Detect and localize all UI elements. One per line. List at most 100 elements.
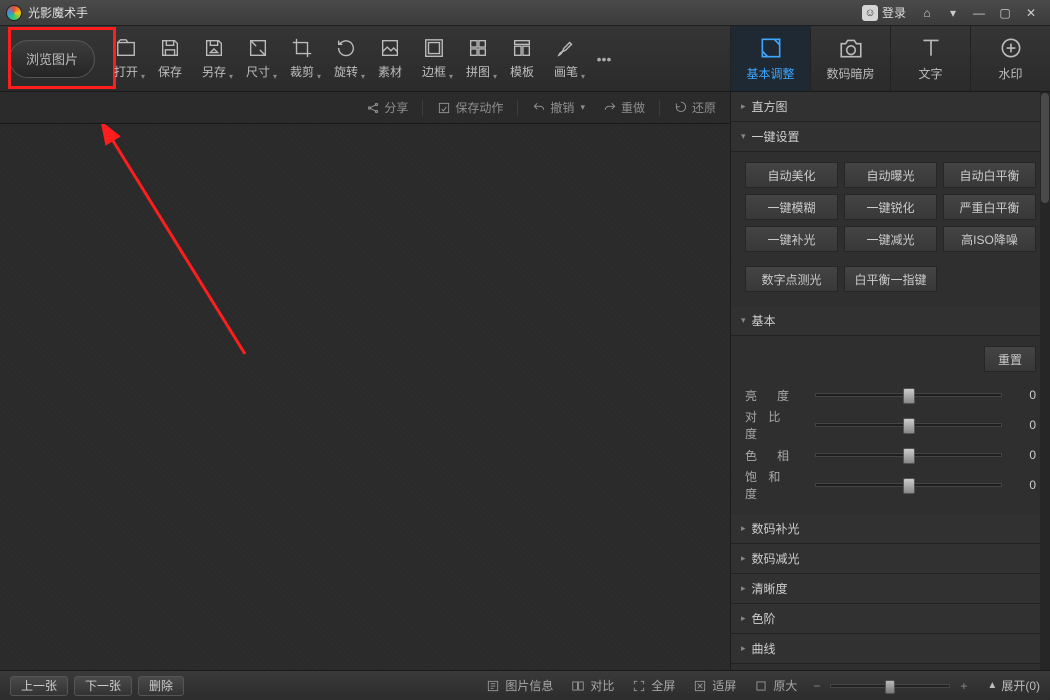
fullscreen-button[interactable]: 全屏 bbox=[626, 677, 681, 694]
btn-oneclick-sharpen[interactable]: 一键锐化 bbox=[844, 194, 937, 220]
fit-button[interactable]: 适屏 bbox=[687, 677, 742, 694]
border-tool[interactable]: 边框▾ bbox=[412, 26, 456, 91]
btn-oneclick-fill[interactable]: 一键补光 bbox=[745, 226, 838, 252]
contrast-track[interactable] bbox=[815, 423, 1002, 427]
orig-icon bbox=[754, 679, 768, 693]
avatar-icon: ☺ bbox=[862, 5, 878, 21]
btn-auto-wb[interactable]: 自动白平衡 bbox=[943, 162, 1036, 188]
template-tool[interactable]: 模板 bbox=[500, 26, 544, 91]
btn-auto-beautify[interactable]: 自动美化 bbox=[745, 162, 838, 188]
size-icon bbox=[247, 37, 269, 59]
hue-thumb[interactable] bbox=[903, 448, 915, 464]
tab-text[interactable]: 文字 bbox=[890, 26, 970, 91]
btn-iso-noise[interactable]: 高ISO降噪 bbox=[943, 226, 1036, 252]
info-icon bbox=[486, 679, 500, 693]
rotate-label: 旋转 bbox=[334, 63, 358, 80]
section-oneclick[interactable]: ▾一键设置 bbox=[731, 122, 1050, 152]
login-button[interactable]: ☺ 登录 bbox=[854, 4, 914, 21]
zoom-plus[interactable]: + bbox=[956, 679, 971, 693]
material-icon bbox=[379, 37, 401, 59]
saturation-track[interactable] bbox=[815, 483, 1002, 487]
brush-tool[interactable]: 画笔▾ bbox=[544, 26, 588, 91]
section-histogram[interactable]: ▸直方图 bbox=[731, 92, 1050, 122]
app-title: 光影魔术手 bbox=[28, 4, 88, 21]
btn-oneclick-cut[interactable]: 一键减光 bbox=[844, 226, 937, 252]
crop-icon bbox=[291, 37, 313, 59]
next-button[interactable]: 下一张 bbox=[74, 676, 132, 696]
saveas-icon bbox=[203, 37, 225, 59]
save-tool[interactable]: 保存 bbox=[148, 26, 192, 91]
tab-basic-adjust[interactable]: 基本调整 bbox=[730, 26, 810, 91]
rotate-tool[interactable]: 旋转▾ bbox=[324, 26, 368, 91]
annotation-arrow bbox=[0, 124, 730, 664]
btn-oneclick-blur[interactable]: 一键模糊 bbox=[745, 194, 838, 220]
section-digitfill[interactable]: ▸数码补光 bbox=[731, 514, 1050, 544]
hue-track[interactable] bbox=[815, 453, 1002, 457]
btn-auto-exposure[interactable]: 自动曝光 bbox=[844, 162, 937, 188]
tab-text-label: 文字 bbox=[918, 65, 942, 82]
tool-group: 打开▾ 保存 另存▾ 尺寸▾ 裁剪▾ 旋转▾ 素材 边框▾ bbox=[104, 26, 620, 91]
main-area: 分享 保存动作 撤销▾ 重做 还原 ▸直方图 ▾一键设置 自动美化 自动曝光 bbox=[0, 92, 1050, 670]
home-button[interactable]: ⌂ bbox=[914, 3, 940, 23]
btn-wb-click[interactable]: 白平衡一指键 bbox=[844, 266, 937, 292]
section-basic[interactable]: ▾基本 bbox=[731, 306, 1050, 336]
contrast-value: 0 bbox=[1012, 418, 1036, 432]
btn-spot-meter[interactable]: 数字点测光 bbox=[745, 266, 838, 292]
close-button[interactable]: ✕ bbox=[1018, 3, 1044, 23]
browse-images-button[interactable]: 浏览图片 bbox=[9, 40, 95, 78]
compare-icon bbox=[571, 679, 585, 693]
tab-darkroom[interactable]: 数码暗房 bbox=[810, 26, 890, 91]
settings-button[interactable]: ▾ bbox=[940, 3, 966, 23]
crop-label: 裁剪 bbox=[290, 63, 314, 80]
fit-icon bbox=[693, 679, 707, 693]
material-tool[interactable]: 素材 bbox=[368, 26, 412, 91]
size-label: 尺寸 bbox=[246, 63, 270, 80]
redo-button[interactable]: 重做 bbox=[595, 96, 653, 120]
canvas[interactable] bbox=[0, 124, 730, 670]
maximize-button[interactable]: ▢ bbox=[992, 3, 1018, 23]
section-levels[interactable]: ▸色阶 bbox=[731, 604, 1050, 634]
side-scrollbar-thumb[interactable] bbox=[1041, 93, 1049, 203]
login-label: 登录 bbox=[882, 4, 906, 21]
reset-button[interactable]: 重置 bbox=[984, 346, 1036, 372]
zoom-minus[interactable]: − bbox=[809, 679, 824, 693]
share-icon bbox=[366, 101, 380, 115]
contrast-thumb[interactable] bbox=[903, 418, 915, 434]
collage-tool[interactable]: 拼图▾ bbox=[456, 26, 500, 91]
image-info-button[interactable]: 图片信息 bbox=[480, 677, 559, 694]
compare-button[interactable]: 对比 bbox=[565, 677, 620, 694]
slider-hue: 色 相 0 bbox=[745, 440, 1036, 470]
share-button[interactable]: 分享 bbox=[358, 96, 416, 120]
text-icon bbox=[918, 35, 944, 61]
saturation-value: 0 bbox=[1012, 478, 1036, 492]
watermark-icon bbox=[998, 35, 1024, 61]
brightness-value: 0 bbox=[1012, 388, 1036, 402]
orig-button[interactable]: 原大 bbox=[748, 677, 803, 694]
save-action-button[interactable]: 保存动作 bbox=[429, 96, 511, 120]
section-curve[interactable]: ▸曲线 bbox=[731, 634, 1050, 664]
saturation-thumb[interactable] bbox=[903, 478, 915, 494]
delete-button[interactable]: 删除 bbox=[138, 676, 184, 696]
brightness-track[interactable] bbox=[815, 393, 1002, 397]
open-tool[interactable]: 打开▾ bbox=[104, 26, 148, 91]
more-tools-button[interactable]: ••• bbox=[588, 26, 620, 91]
undo-button[interactable]: 撤销▾ bbox=[524, 96, 593, 120]
btn-severe-wb[interactable]: 严重白平衡 bbox=[943, 194, 1036, 220]
prev-button[interactable]: 上一张 bbox=[10, 676, 68, 696]
template-icon bbox=[511, 37, 533, 59]
saveas-tool[interactable]: 另存▾ bbox=[192, 26, 236, 91]
zoom-slider[interactable] bbox=[830, 684, 950, 688]
restore-button[interactable]: 还原 bbox=[666, 96, 724, 120]
minimize-button[interactable]: — bbox=[966, 3, 992, 23]
section-digitcut[interactable]: ▸数码减光 bbox=[731, 544, 1050, 574]
section-clarity[interactable]: ▸清晰度 bbox=[731, 574, 1050, 604]
rotate-icon bbox=[335, 37, 357, 59]
brush-label: 画笔 bbox=[554, 63, 578, 80]
crop-tool[interactable]: 裁剪▾ bbox=[280, 26, 324, 91]
expand-button[interactable]: ▲展开(0) bbox=[977, 677, 1040, 694]
size-tool[interactable]: 尺寸▾ bbox=[236, 26, 280, 91]
tab-watermark[interactable]: 水印 bbox=[970, 26, 1050, 91]
side-scrollbar[interactable] bbox=[1040, 92, 1050, 670]
zoom-thumb[interactable] bbox=[885, 680, 895, 694]
brightness-thumb[interactable] bbox=[903, 388, 915, 404]
